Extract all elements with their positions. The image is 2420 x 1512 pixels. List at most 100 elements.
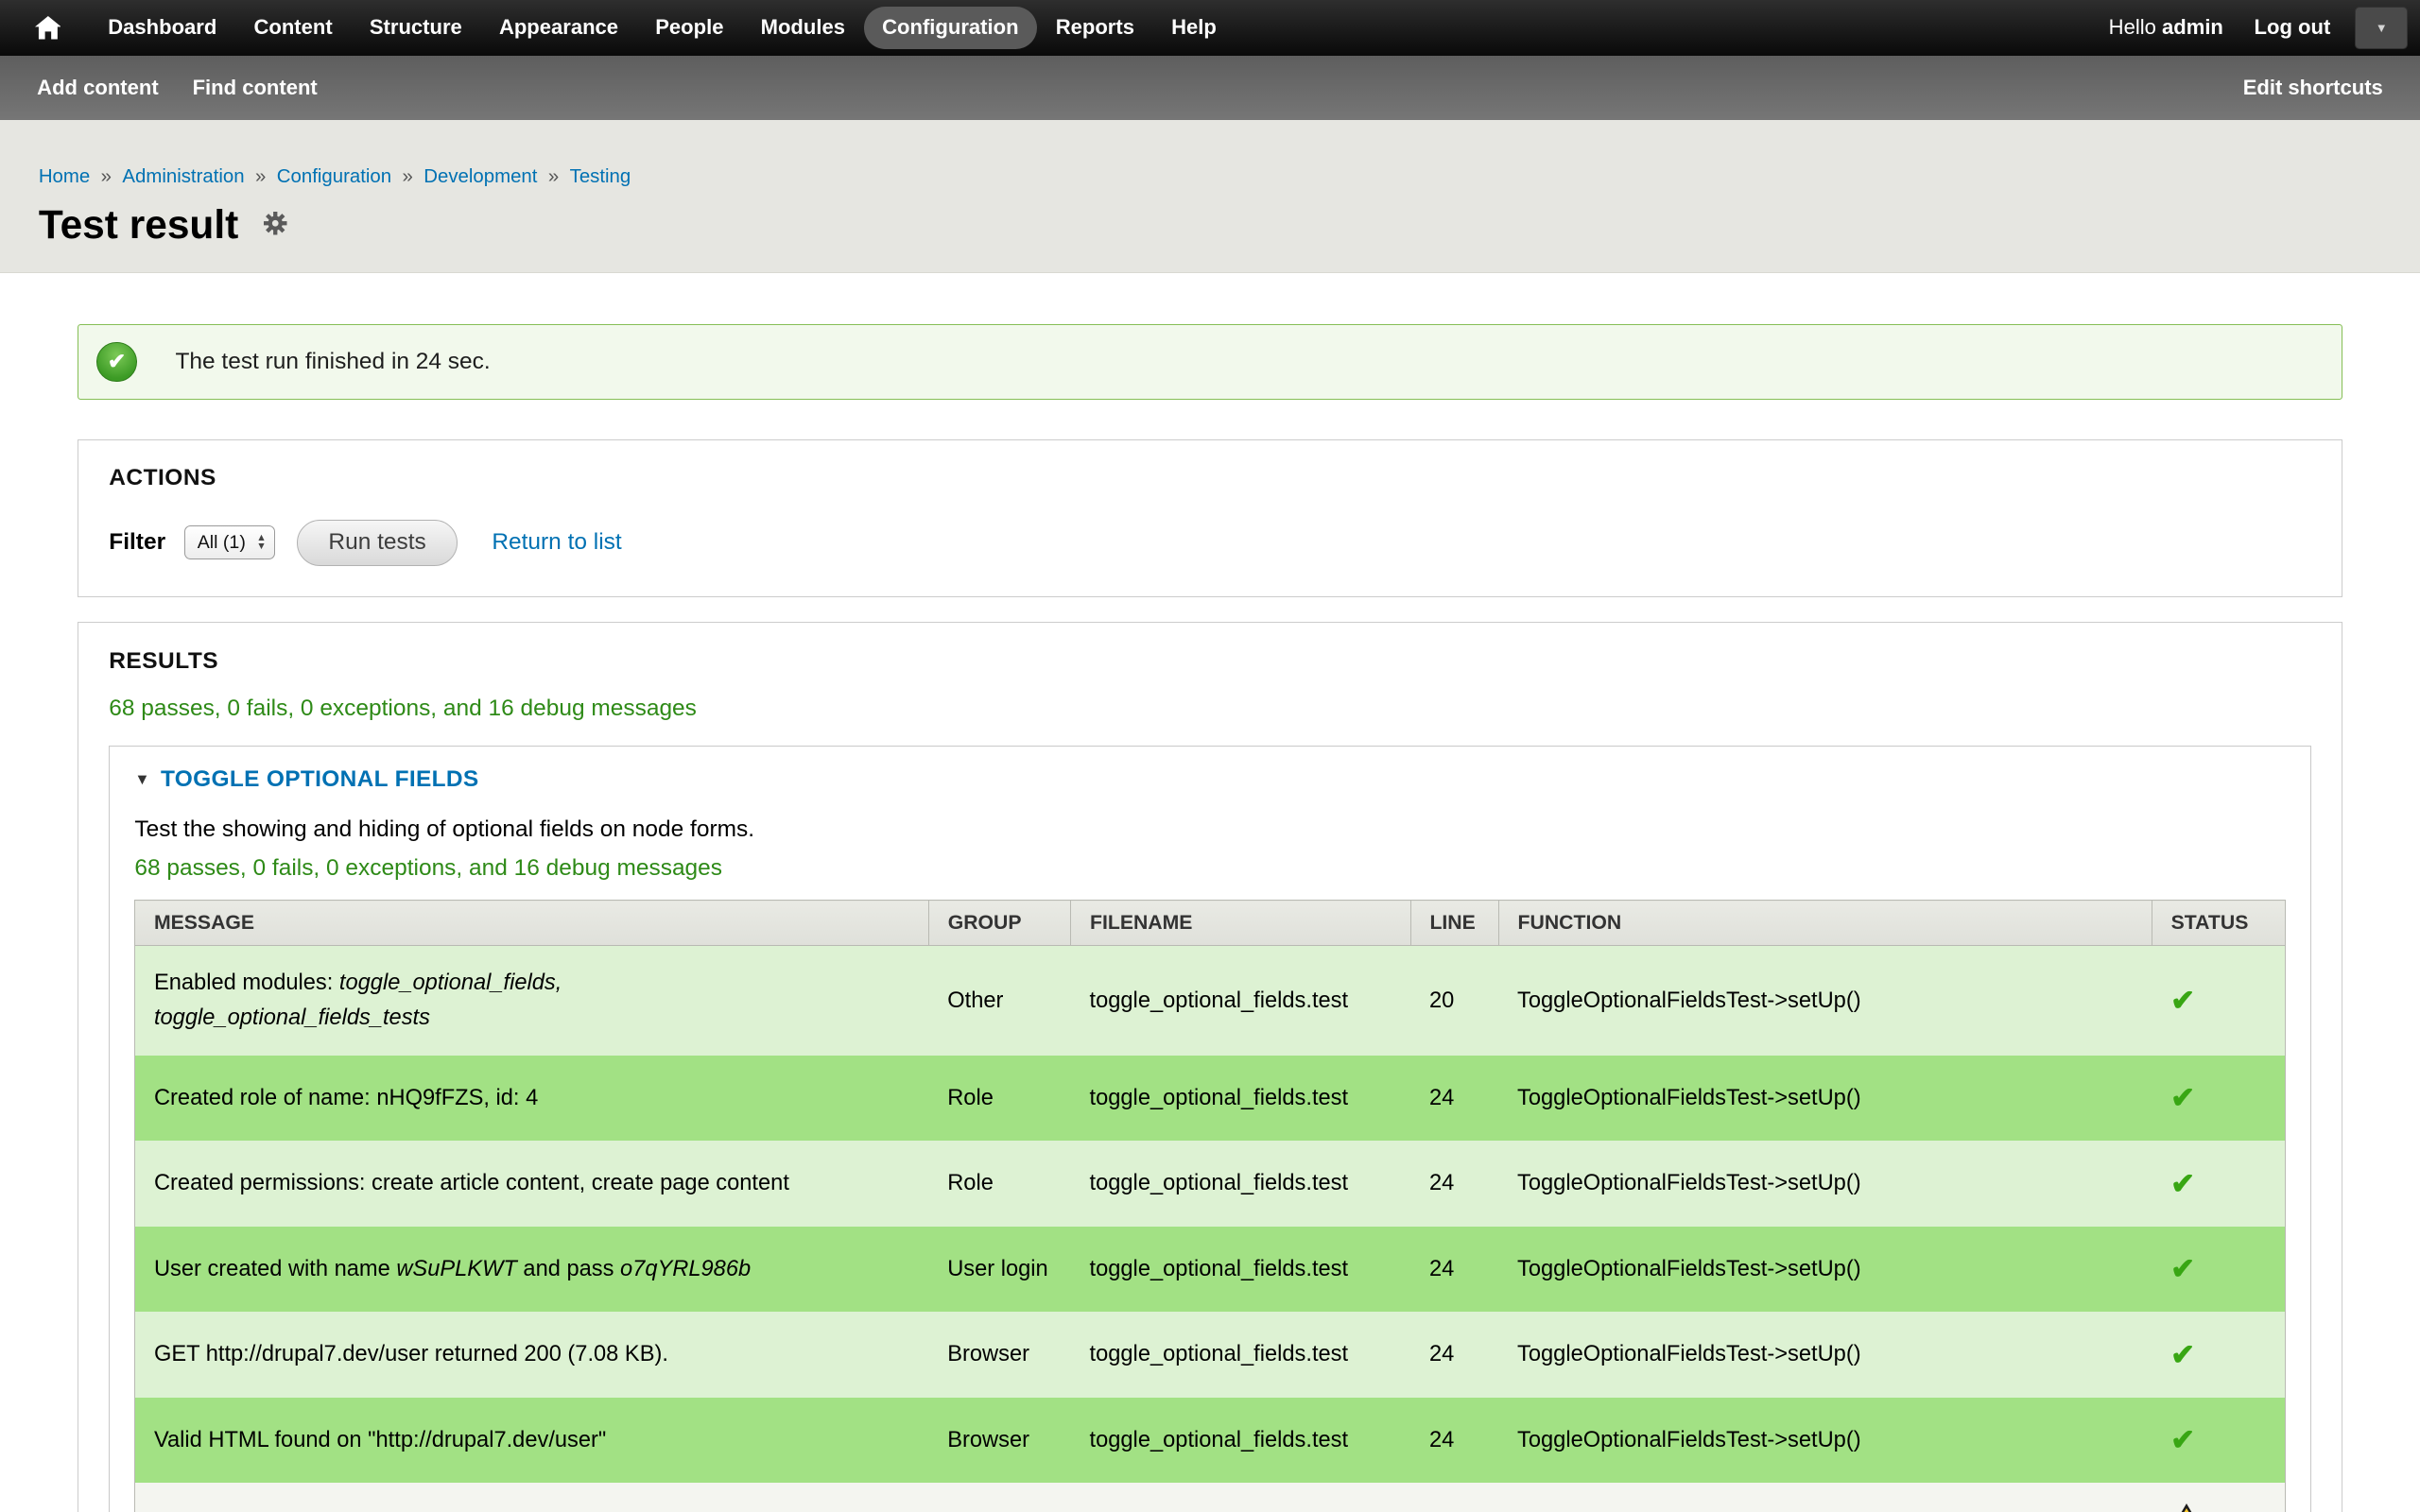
test-description: Test the showing and hiding of optional … xyxy=(134,816,2285,843)
return-to-list-link[interactable]: Return to list xyxy=(492,529,621,556)
filter-row: Filter All (1) ▲ ▼ Run tests Return to l… xyxy=(109,520,2310,566)
status-cell: ✔ xyxy=(2152,1227,2286,1313)
message-text-italic: toggle_optional_fields, xyxy=(339,971,562,995)
content-area: ✔ The test run finished in 24 sec. ACTIO… xyxy=(0,273,2420,1512)
check-icon: ✔ xyxy=(2170,984,2195,1017)
table-row: Enabled modules: toggle_optional_fields,… xyxy=(135,946,2285,1056)
line-cell: 24 xyxy=(1410,1227,1498,1313)
shortcut-find-content[interactable]: Find content xyxy=(193,76,318,100)
check-icon: ✔ xyxy=(2170,1081,2195,1114)
breadcrumb-administration[interactable]: Administration xyxy=(122,166,244,187)
toolbar-item-people[interactable]: People xyxy=(637,7,742,50)
page-header-band: Home » Administration » Configuration » Develo… xyxy=(0,120,2420,273)
table-row: Created role of name: nHQ9fFZS, id: 4 Ro… xyxy=(135,1056,2285,1142)
message-cell: Created role of name: nHQ9fFZS, id: 4 xyxy=(135,1056,929,1142)
column-header-line: LINE xyxy=(1410,901,1498,946)
status-cell: ! xyxy=(2152,1483,2286,1512)
filename-cell: toggle_optional_fields.test xyxy=(1071,1227,1410,1313)
toolbar-toggle-button[interactable]: ▼ xyxy=(2355,7,2408,50)
toolbar-item-content[interactable]: Content xyxy=(235,7,351,50)
breadcrumb-configuration[interactable]: Configuration xyxy=(277,166,391,187)
filename-cell: toggle_optional_fields.test xyxy=(1071,1141,1410,1227)
toolbar-item-help[interactable]: Help xyxy=(1153,7,1236,50)
table-row: Valid HTML found on "http://drupal7.dev/… xyxy=(135,1398,2285,1484)
filename-cell: toggle_optional_fields.test xyxy=(1071,1056,1410,1142)
group-cell: User login xyxy=(929,1227,1071,1313)
check-icon: ✔ xyxy=(2170,1252,2195,1285)
results-heading: RESULTS xyxy=(109,648,2310,675)
group-cell: Role xyxy=(929,1056,1071,1142)
breadcrumb-separator: » xyxy=(255,166,266,187)
run-tests-button[interactable]: Run tests xyxy=(297,520,458,566)
check-icon: ✔ xyxy=(2170,1423,2195,1456)
toolbar-item-modules[interactable]: Modules xyxy=(742,7,864,50)
toolbar-item-structure[interactable]: Structure xyxy=(351,7,480,50)
actions-panel: ACTIONS Filter All (1) ▲ ▼ Run tests Ret… xyxy=(78,439,2343,597)
status-text: The test run finished in 24 sec. xyxy=(175,349,490,375)
shortcut-add-content[interactable]: Add content xyxy=(37,76,159,100)
status-cell: ✔ xyxy=(2152,946,2286,1056)
filename-cell: toggle_optional_fields.test xyxy=(1071,1483,1410,1512)
filename-cell: toggle_optional_fields.test xyxy=(1071,1398,1410,1484)
table-row: GET http://drupal7.dev/user returned 200… xyxy=(135,1312,2285,1398)
gear-icon[interactable] xyxy=(264,212,286,241)
toolbar-item-dashboard[interactable]: Dashboard xyxy=(90,7,235,50)
chevron-down-icon: ▼ xyxy=(256,542,267,551)
fieldset-legend[interactable]: ▼ TOGGLE OPTIONAL FIELDS xyxy=(134,766,2285,793)
table-row: Verbose message Debug toggle_optional_fi… xyxy=(135,1483,2285,1512)
check-circle-icon: ✔ xyxy=(96,342,136,382)
message-cell: User created with name wSuPLKWT and pass… xyxy=(135,1227,929,1313)
group-cell: Role xyxy=(929,1141,1071,1227)
line-cell: 20 xyxy=(1410,946,1498,1056)
logout-link[interactable]: Log out xyxy=(2255,15,2331,40)
breadcrumb-development[interactable]: Development xyxy=(424,166,537,187)
line-cell: 24 xyxy=(1410,1141,1498,1227)
toolbar-user-area: Hello admin Log out xyxy=(2109,15,2331,40)
function-cell: ToggleOptionalFieldsTest->setUp() xyxy=(1498,1227,2152,1313)
filter-select[interactable]: All (1) ▲ ▼ xyxy=(184,525,275,559)
function-cell: ToggleOptionalFieldsTest->setUp() xyxy=(1498,1141,2152,1227)
home-icon[interactable] xyxy=(22,0,75,56)
column-header-filename: FILENAME xyxy=(1071,901,1410,946)
results-summary: 68 passes, 0 fails, 0 exceptions, and 16… xyxy=(109,696,2310,722)
message-text: Valid HTML found on "http://drupal7.dev/… xyxy=(154,1428,606,1452)
filename-cell: toggle_optional_fields.test xyxy=(1071,1312,1410,1398)
line-cell: 24 xyxy=(1410,1398,1498,1484)
filter-label: Filter xyxy=(109,529,165,556)
toolbar-item-appearance[interactable]: Appearance xyxy=(480,7,636,50)
greeting: Hello admin xyxy=(2109,15,2223,40)
line-cell: 24 xyxy=(1410,1312,1498,1398)
function-cell: ToggleOptionalFieldsTest->setUp() xyxy=(1498,1312,2152,1398)
table-header-row: MESSAGE GROUP FILENAME LINE FUNCTION STA… xyxy=(135,901,2285,946)
status-cell: ✔ xyxy=(2152,1056,2286,1142)
group-cell: Debug xyxy=(929,1483,1071,1512)
breadcrumb-home[interactable]: Home xyxy=(39,166,90,187)
check-icon: ✔ xyxy=(2170,1167,2195,1200)
toolbar-menu: Dashboard Content Structure Appearance P… xyxy=(90,7,1236,50)
chevron-down-icon: ▼ xyxy=(2376,22,2388,34)
message-text: Created permissions: create article cont… xyxy=(154,1171,789,1195)
toolbar-item-configuration[interactable]: Configuration xyxy=(864,7,1038,50)
toolbar-item-reports[interactable]: Reports xyxy=(1037,7,1152,50)
results-panel: RESULTS 68 passes, 0 fails, 0 exceptions… xyxy=(78,622,2343,1512)
message-text: Enabled modules: xyxy=(154,971,339,995)
collapse-arrow-icon: ▼ xyxy=(134,772,149,787)
breadcrumb-separator: » xyxy=(101,166,112,187)
group-cell: Browser xyxy=(929,1398,1071,1484)
admin-toolbar: Dashboard Content Structure Appearance P… xyxy=(0,0,2420,56)
line-cell: 24 xyxy=(1410,1483,1498,1512)
function-cell: ToggleOptionalFieldsTest->setUp() xyxy=(1498,1398,2152,1484)
function-cell: ToggleOptionalFieldsTest->setUp() xyxy=(1498,1483,2152,1512)
results-table: MESSAGE GROUP FILENAME LINE FUNCTION STA… xyxy=(134,900,2285,1512)
status-cell: ✔ xyxy=(2152,1312,2286,1398)
breadcrumb-testing[interactable]: Testing xyxy=(570,166,631,187)
breadcrumb-separator: » xyxy=(403,166,413,187)
column-header-status: STATUS xyxy=(2152,901,2286,946)
edit-shortcuts-link[interactable]: Edit shortcuts xyxy=(2243,76,2383,100)
message-cell: Verbose message xyxy=(135,1483,929,1512)
warning-icon: ! xyxy=(2170,1503,2203,1512)
filter-select-value: All (1) xyxy=(198,532,246,554)
test-group-summary: 68 passes, 0 fails, 0 exceptions, and 16… xyxy=(134,855,2285,882)
breadcrumb-separator: » xyxy=(548,166,559,187)
greeting-text: Hello xyxy=(2109,15,2156,39)
